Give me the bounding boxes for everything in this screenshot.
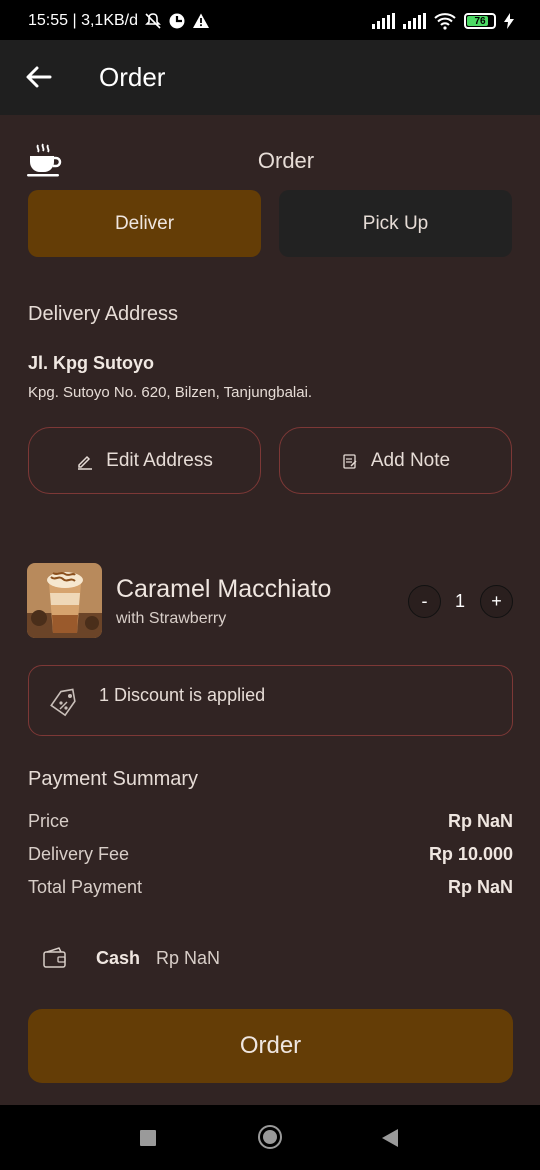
address-name: Jl. Kpg Sutoyo [28,353,154,373]
page-title: Order [99,62,166,92]
app-bar: Order [0,40,540,115]
discount-tag-icon [50,688,76,717]
edit-pencil-icon [78,455,93,470]
payment-summary-title: Payment Summary [28,768,199,790]
status-bar: 15:55 | 3,1KB/d 76 [0,0,540,40]
battery-icon: 76 [464,13,496,29]
product-name: Caramel Macchiato [116,575,332,603]
status-time: 15:55 | 3,1KB/d [28,12,139,29]
charging-icon [504,13,514,29]
address-detail: Kpg. Sutoyo No. 620, Bilzen, Tanjungbala… [28,384,313,401]
data-saver-icon [169,13,185,29]
system-nav-bar [0,1105,540,1170]
delivery-address-label: Delivery Address [28,303,179,325]
edit-address-label: Edit Address [106,449,213,471]
wallet-icon[interactable] [43,947,67,969]
muted-bell-icon [145,13,161,29]
add-note-button[interactable]: Add Note [279,427,512,494]
pickup-toggle-button[interactable]: Pick Up [279,190,512,257]
order-content: Order Deliver Pick Up Delivery Address J… [0,115,540,1105]
signal-icon [372,13,395,29]
edit-address-button[interactable]: Edit Address [28,427,261,494]
summary-label: Total Payment [28,877,143,897]
payment-amount: Rp NaN [156,948,221,968]
wifi-icon [434,13,456,30]
arrow-left-icon[interactable] [24,62,54,92]
summary-label: Delivery Fee [28,844,130,864]
recents-icon[interactable] [140,1130,156,1146]
note-icon [343,453,357,469]
quantity-value: 1 [454,591,465,611]
payment-method[interactable]: Cash [96,948,140,969]
discount-text: 1 Discount is applied [99,685,266,705]
product-image [27,563,102,638]
deliver-toggle-button[interactable]: Deliver [28,190,261,257]
signal-icon [403,13,426,29]
discount-banner[interactable]: 1 Discount is applied [28,665,513,736]
warning-icon [193,13,210,28]
summary-value: Rp NaN [447,811,513,831]
add-note-label: Add Note [370,449,451,471]
order-button[interactable]: Order [28,1009,513,1083]
summary-value: Rp NaN [447,877,513,897]
home-icon[interactable] [258,1125,282,1149]
summary-label: Price [28,811,70,831]
summary-row-delivery-fee: Delivery Fee Rp 10.000 [28,844,513,865]
section-title: Order [257,148,315,173]
increase-quantity-button[interactable]: + [480,585,513,618]
product-variant: with Strawberry [116,610,227,627]
summary-row-price: Price Rp NaN [28,811,513,832]
decrease-quantity-button[interactable]: - [408,585,441,618]
summary-value: Rp 10.000 [428,844,513,864]
summary-row-total: Total Payment Rp NaN [28,877,513,898]
back-triangle-icon[interactable] [382,1129,398,1147]
